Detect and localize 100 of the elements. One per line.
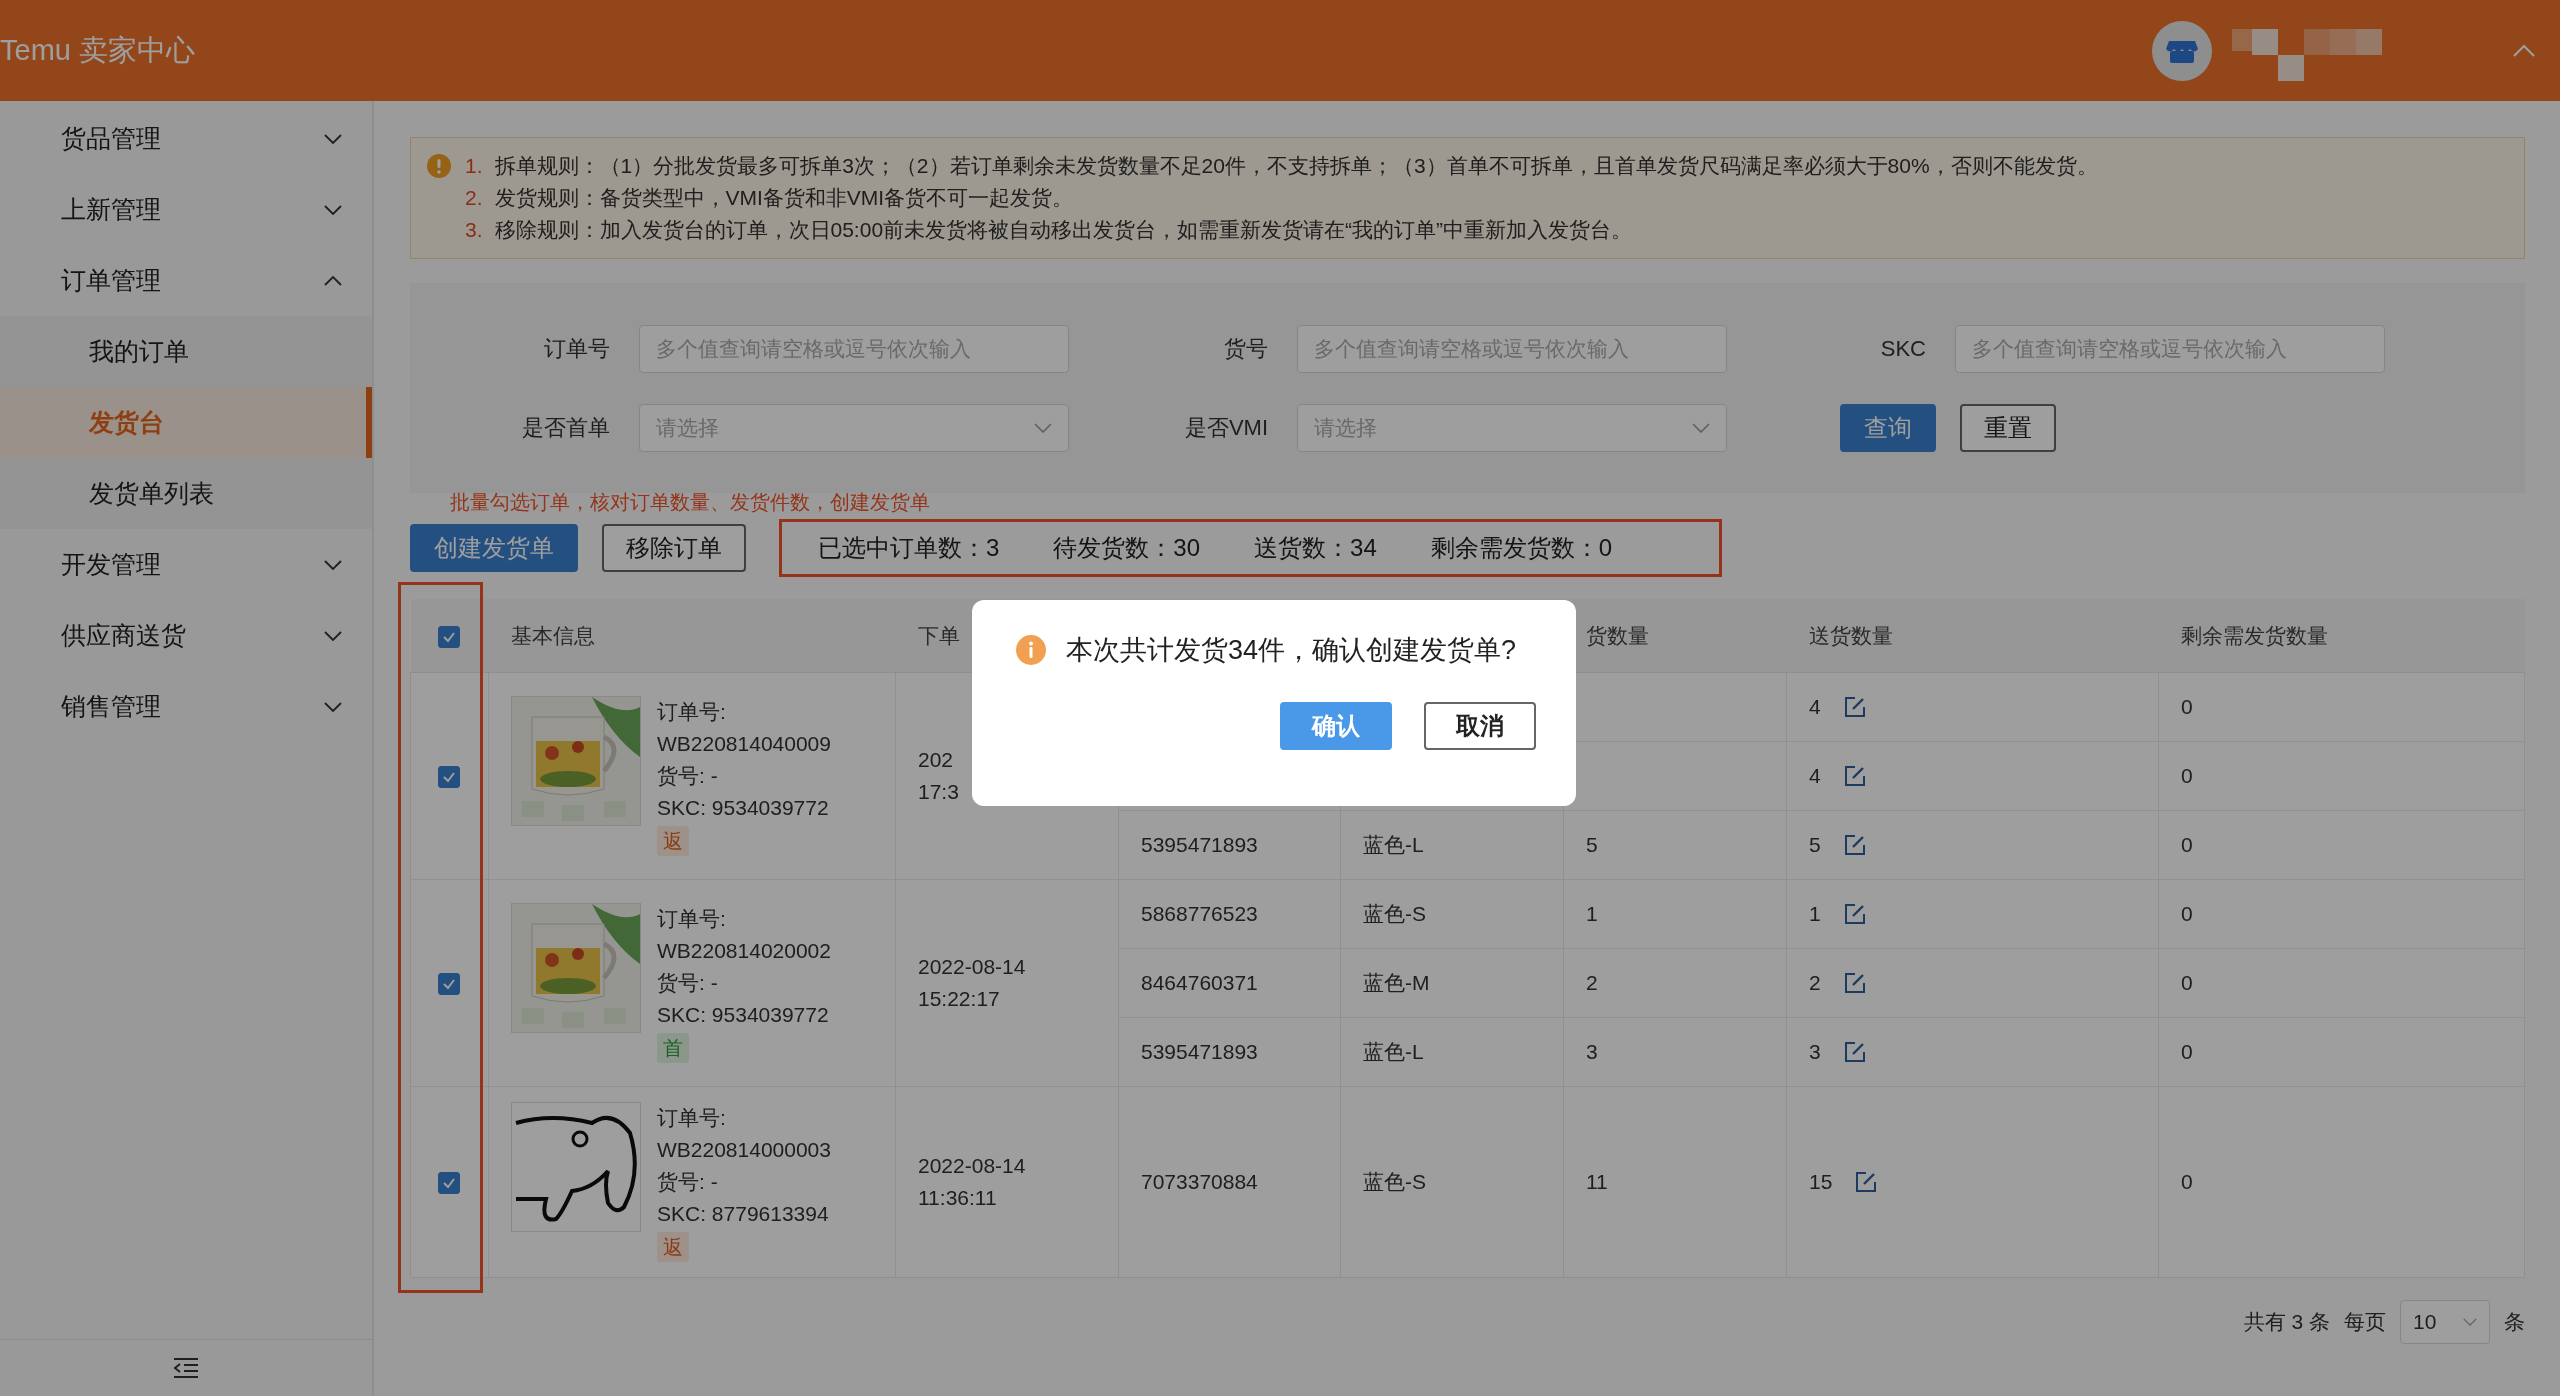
skc-text: SKC: 9534039772 — [657, 795, 829, 821]
table-cell: 8464760371 — [1141, 971, 1258, 994]
order-number: WB220814020002 — [657, 938, 831, 964]
table-cell: 0 — [2181, 1170, 2193, 1193]
table-cell: 15 — [1809, 1170, 1833, 1194]
table-cell: 蓝色-L — [1363, 833, 1424, 856]
sidebar-item[interactable]: 上新管理 — [0, 174, 372, 245]
sidebar-subitem[interactable]: 我的订单 — [0, 316, 372, 387]
dialog-message: 本次共计发货34件，确认创建发货单? — [1066, 634, 1517, 667]
chevron-down-icon — [324, 559, 342, 570]
table-cell: 0 — [2181, 971, 2193, 994]
order-number: WB220814040009 — [657, 731, 831, 757]
order-date: 202 — [918, 747, 955, 773]
table-cell: 5395471893 — [1141, 833, 1258, 856]
collapse-menu-icon[interactable] — [172, 1357, 200, 1379]
filter-label: 货号 — [1223, 335, 1269, 363]
table-cell: 3 — [1586, 1040, 1598, 1063]
filter-label: SKC — [1879, 336, 1927, 362]
per-page-label: 每页 — [2344, 1309, 2386, 1335]
table-cell: 5 — [1586, 833, 1598, 856]
chevron-down-icon — [324, 204, 342, 215]
info-icon — [1016, 635, 1046, 665]
edit-icon[interactable] — [1842, 764, 1867, 788]
stat-text: 待发货数：30 — [1053, 533, 1201, 563]
rule-text: 移除规则：加入发货台的订单，次日05:00前未发货将被自动移出发货台，如需重新发货请在“我的订单”中重新加入发货台。 — [494, 218, 1633, 241]
edit-icon[interactable] — [1842, 833, 1867, 857]
order-tag: 首 — [657, 1033, 689, 1063]
caret-icon[interactable] — [2512, 43, 2536, 58]
table-cell: 5 — [1809, 833, 1821, 857]
select-all-checkbox[interactable] — [438, 625, 460, 648]
rule-number: 2. — [465, 186, 483, 209]
order-time: 15:22:17 — [918, 986, 1001, 1012]
table-cell: 7073370884 — [1141, 1170, 1258, 1193]
rule-text: 发货规则：备货类型中，VMI备货和非VMI备货不可一起发货。 — [494, 186, 1074, 209]
rule-number: 3. — [465, 218, 483, 241]
per-page-unit: 条 — [2504, 1309, 2525, 1335]
sidebar-subitem[interactable]: 发货单列表 — [0, 458, 372, 529]
edit-icon[interactable] — [1842, 902, 1867, 926]
table-cell: 0 — [2181, 902, 2193, 925]
filter-label: 是否首单 — [521, 414, 611, 442]
filter-button[interactable]: 重置 — [1960, 404, 2056, 452]
table-cell: 1 — [1809, 902, 1821, 926]
skc-text: SKC: 8779613394 — [657, 1201, 829, 1227]
sidebar-item[interactable]: 供应商送货 — [0, 600, 372, 671]
action-button[interactable]: 移除订单 — [602, 524, 746, 572]
table-cell: 4 — [1809, 764, 1821, 788]
order-number: WB220814000003 — [657, 1137, 831, 1163]
warning-icon — [427, 154, 451, 178]
filter-label: 是否VMI — [1183, 414, 1269, 442]
table-cell: 0 — [2181, 1040, 2193, 1063]
column-header: 下单 — [917, 623, 960, 647]
chevron-down-icon — [1692, 423, 1710, 433]
goods-number: 货号: - — [657, 763, 718, 789]
goods-number: 货号: - — [657, 1169, 718, 1195]
order-date: 2022-08-14 — [918, 954, 1027, 980]
chevron-down-icon — [2463, 1318, 2477, 1326]
edit-icon[interactable] — [1854, 1170, 1879, 1194]
order-label: 订单号: — [657, 906, 726, 932]
page-size-select[interactable]: 10 — [2400, 1300, 2490, 1344]
app-title: Temu 卖家中心 — [0, 32, 195, 68]
table-cell: 3 — [1809, 1040, 1821, 1064]
order-tag: 返 — [657, 826, 689, 856]
order-time: 17:3 — [918, 779, 960, 805]
dialog-button[interactable]: 取消 — [1424, 702, 1536, 750]
skc-text: SKC: 9534039772 — [657, 1002, 829, 1028]
order-time: 11:36:11 — [918, 1185, 998, 1211]
stat-text: 送货数：34 — [1254, 533, 1377, 563]
edit-icon[interactable] — [1842, 695, 1867, 719]
row-checkbox[interactable] — [438, 973, 460, 996]
table-cell: 2 — [1809, 971, 1821, 995]
edit-icon[interactable] — [1842, 971, 1867, 995]
chevron-down-icon — [324, 133, 342, 144]
annotation-text: 批量勾选订单，核对订单数量、发货件数，创建发货单 — [449, 490, 931, 515]
table-cell: 5395471893 — [1141, 1040, 1258, 1063]
chevron-down-icon — [1034, 423, 1052, 433]
table-cell: 4 — [1809, 695, 1821, 719]
row-checkbox[interactable] — [438, 766, 460, 789]
filter-label: 订单号 — [543, 335, 611, 363]
store-avatar-icon[interactable] — [2152, 20, 2212, 81]
table-cell: 蓝色-L — [1363, 1040, 1424, 1063]
table-cell: 0 — [2181, 833, 2193, 856]
sidebar-item[interactable]: 开发管理 — [0, 529, 372, 600]
edit-icon[interactable] — [1842, 1040, 1867, 1064]
column-header: 送货数量 — [1808, 623, 1893, 647]
stat-text: 已选中订单数：3 — [818, 533, 1000, 563]
table-cell: 5868776523 — [1141, 902, 1258, 925]
table-cell: 蓝色-M — [1363, 971, 1430, 994]
order-label: 订单号: — [657, 1105, 726, 1131]
chevron-down-icon — [324, 630, 342, 641]
table-cell: 1 — [1586, 902, 1598, 925]
column-header: 货数量 — [1585, 623, 1649, 647]
order-date: 2022-08-14 — [918, 1153, 1027, 1179]
table-cell: 0 — [2181, 764, 2193, 787]
table-cell: 0 — [2181, 695, 2193, 718]
chevron-down-icon — [324, 701, 342, 712]
table-cell: 蓝色-S — [1363, 902, 1426, 925]
row-checkbox[interactable] — [438, 1172, 460, 1195]
sidebar-item[interactable]: 销售管理 — [0, 671, 372, 742]
sidebar-item[interactable]: 订单管理 — [0, 245, 372, 316]
sidebar-item[interactable]: 货品管理 — [0, 103, 372, 174]
